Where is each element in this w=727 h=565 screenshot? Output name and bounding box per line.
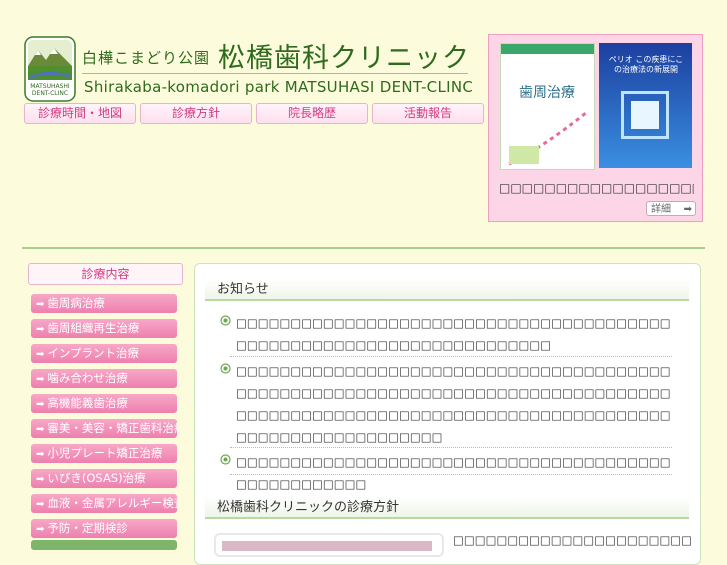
sidebar-title: 診療内容 (28, 263, 183, 285)
sidebar-item-denture[interactable]: ➡ 高機能義歯治療 (31, 394, 177, 413)
sidebar-item-label: 予防・定期検診 (47, 521, 128, 535)
arrow-right-icon: ➡ (36, 299, 45, 310)
sidebar-item-regeneration[interactable]: ➡ 歯周組織再生治療 (31, 319, 177, 338)
policy-section-title: 松橋歯科クリニックの診療方針 (205, 497, 689, 519)
news-section-title: お知らせ (205, 279, 689, 301)
promo-detail-button[interactable]: 詳細 ➡ (646, 201, 696, 216)
brand-english-name: Shirakaba-komadori park MATSUHASI DENT-C… (84, 78, 474, 96)
news-separator (230, 356, 672, 357)
sidebar-item-implant[interactable]: ➡ インプラント治療 (31, 344, 177, 363)
sidebar-item-allergy-test[interactable]: ➡ 血液・金属アレルギー検査 (31, 494, 177, 513)
arrow-right-icon: ➡ (36, 324, 45, 335)
sidebar-item-periodontal[interactable]: ➡ 歯周病治療 (31, 294, 177, 313)
sidebar-item-occlusion[interactable]: ➡ 噛み合わせ治療 (31, 369, 177, 388)
promo-description: □□□□□□□□□□□□□□□□□□□□□□□ (499, 181, 694, 195)
sidebar-item-label: いびき(OSAS)治療 (47, 471, 146, 485)
arrow-right-icon: ➡ (36, 374, 45, 385)
sidebar-item-label: 小児プレート矯正治療 (47, 446, 163, 460)
news-separator (230, 447, 672, 448)
news-item: □□□□□□□□□□□□□□□□□□□□□□□□□□□□□□□□□□□□□□□□… (220, 360, 676, 448)
book-cover-periodontal[interactable]: 歯周治療 (500, 43, 595, 170)
book2-title: ペリオ この疾患にこの治療法の新展開 (608, 55, 684, 74)
detail-label: 詳細 (651, 204, 671, 215)
bullet-circle-icon (220, 454, 231, 465)
arrow-right-icon: ➡ (683, 204, 692, 215)
nav-policy[interactable]: 診療方針 (140, 103, 252, 124)
bullet-circle-icon (220, 315, 231, 326)
news-text: □□□□□□□□□□□□□□□□□□□□□□□□□□□□□□□□□□□□□□□□… (236, 455, 671, 491)
sidebar-item-extra[interactable] (31, 540, 177, 550)
sidebar-item-snoring[interactable]: ➡ いびき(OSAS)治療 (31, 469, 177, 488)
sidebar-item-label: 歯周組織再生治療 (47, 321, 140, 335)
sidebar-item-label: 審美・美容・矯正歯科治療 (47, 421, 177, 435)
nav-hours-map[interactable]: 診療時間・地図 (24, 103, 136, 124)
sidebar-item-label: 歯周病治療 (47, 296, 105, 310)
bullet-circle-icon (220, 363, 231, 374)
arrow-right-icon: ➡ (36, 399, 45, 410)
news-separator (230, 474, 672, 475)
news-text: □□□□□□□□□□□□□□□□□□□□□□□□□□□□□□□□□□□□□□□□… (236, 316, 671, 352)
sidebar-item-label: 噛み合わせ治療 (47, 371, 128, 385)
brand-clinic-name: 松橋歯科クリニック (218, 43, 470, 74)
news-item: □□□□□□□□□□□□□□□□□□□□□□□□□□□□□□□□□□□□□□□□… (220, 312, 676, 356)
nav-activity-report[interactable]: 活動報告 (372, 103, 484, 124)
sidebar-item-label: インプラント治療 (47, 346, 140, 360)
brand-park-name: 白樺こまどり公園 (82, 49, 211, 67)
arrow-right-icon: ➡ (36, 349, 45, 360)
nav-director-profile[interactable]: 院長略歴 (256, 103, 368, 124)
book1-title: 歯周治療 (519, 85, 575, 101)
brand-divider (82, 73, 468, 74)
arrow-right-icon: ➡ (36, 449, 45, 460)
news-text: □□□□□□□□□□□□□□□□□□□□□□□□□□□□□□□□□□□□□□□□… (236, 364, 671, 444)
sidebar-item-aesthetic[interactable]: ➡ 審美・美容・矯正歯科治療 (31, 419, 177, 438)
sidebar-item-label: 血液・金属アレルギー検査 (47, 496, 177, 510)
sidebar-item-prevention[interactable]: ➡ 予防・定期検診 (31, 519, 177, 538)
logo-text: MATSUHASHI DENT-CLINC (30, 83, 70, 97)
header-divider (22, 247, 705, 249)
sidebar-item-child-plate[interactable]: ➡ 小児プレート矯正治療 (31, 444, 177, 463)
news-item: □□□□□□□□□□□□□□□□□□□□□□□□□□□□□□□□□□□□□□□□… (220, 451, 676, 495)
arrow-right-icon: ➡ (36, 474, 45, 485)
arrow-right-icon: ➡ (36, 524, 45, 535)
arrow-right-icon: ➡ (36, 499, 45, 510)
sidebar-item-label: 高機能義歯治療 (47, 396, 128, 410)
book-promo-panel: 歯周治療 ペリオ この疾患にこの治療法の新展開 □□□□□□□□□□□□□□□□… (488, 34, 703, 222)
clinic-photo (222, 541, 432, 551)
clinic-logo-icon[interactable]: MATSUHASHI DENT-CLINC (24, 36, 76, 102)
book-cover-perio[interactable]: ペリオ この疾患にこの治療法の新展開 (599, 43, 692, 168)
arrow-right-icon: ➡ (36, 424, 45, 435)
